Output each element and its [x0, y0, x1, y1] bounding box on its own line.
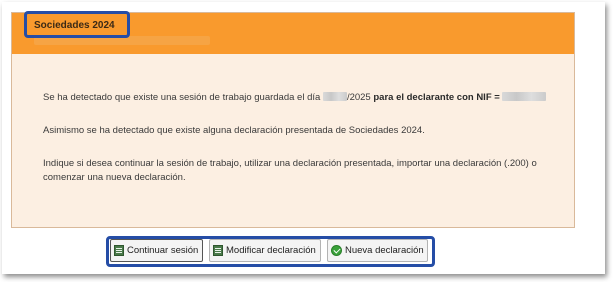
- session-message-date-suffix: /2025: [346, 92, 371, 103]
- dialog-panel: Sociedades 2024 Se ha detectado que exis…: [11, 12, 575, 228]
- document-icon: [114, 245, 124, 256]
- redacted-date: [322, 92, 347, 101]
- title-highlight-frame: [24, 11, 130, 38]
- presented-message: Asimismo se ha detectado que existe algu…: [43, 125, 425, 136]
- new-declaration-button[interactable]: Nueva declaración: [327, 239, 428, 262]
- session-message-prefix: Se ha detectado que existe una sesión de…: [43, 92, 321, 103]
- check-icon: [331, 245, 342, 256]
- session-message-bold: para el declarante con NIF =: [373, 92, 500, 103]
- dialog-window: Sociedades 2024 Se ha detectado que exis…: [2, 2, 605, 274]
- continue-session-button[interactable]: Continuar sesión: [110, 239, 203, 262]
- modify-declaration-label: Modificar declaración: [226, 245, 316, 256]
- redacted-nif: [502, 92, 547, 101]
- continue-session-label: Continuar sesión: [127, 245, 199, 256]
- session-message: Se ha detectado que existe una sesión de…: [43, 91, 547, 105]
- document-icon: [213, 245, 223, 256]
- instruction-message: Indique si desea continuar la sesión de …: [43, 158, 537, 183]
- new-declaration-label: Nueva declaración: [345, 245, 424, 256]
- modify-declaration-button[interactable]: Modificar declaración: [209, 239, 321, 262]
